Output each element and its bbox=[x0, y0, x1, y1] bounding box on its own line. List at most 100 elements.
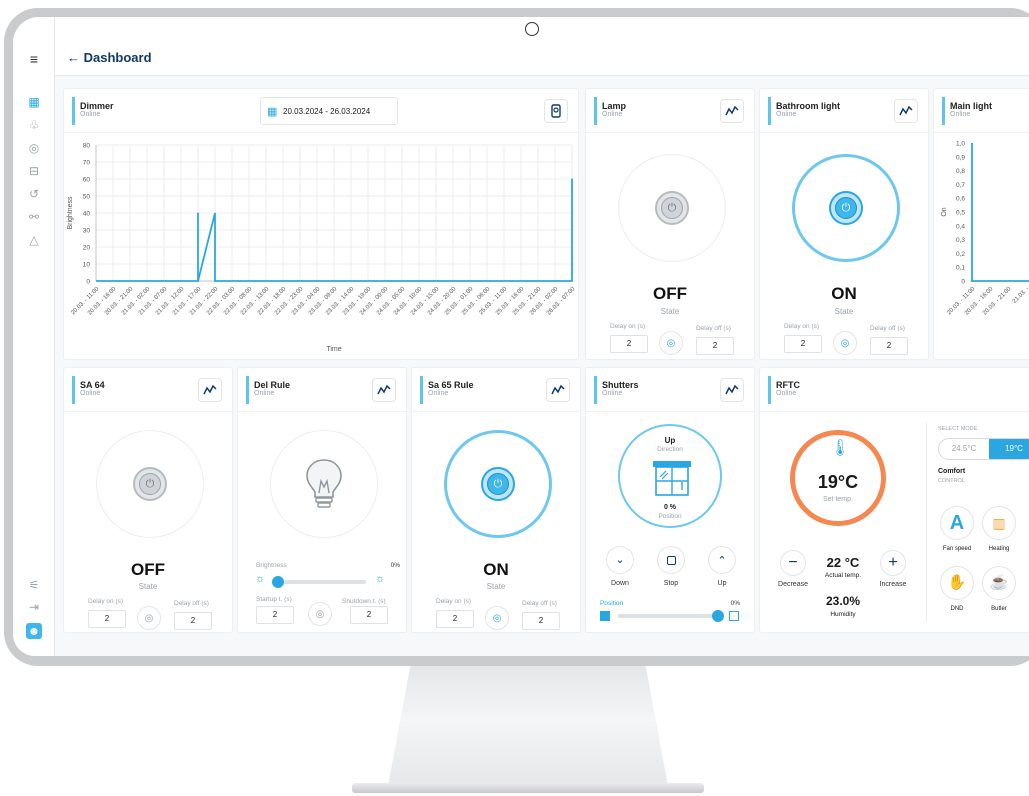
monitor-mockup: ≡ ▦ ♧ ◎ ⊟ ↺ ⚯ △ ⚟ ⇥ ☻ ← Dashboard Dimmer bbox=[0, 0, 1029, 796]
position-slider-knob[interactable] bbox=[712, 610, 724, 622]
main-light-series-line bbox=[971, 143, 1029, 282]
down-button[interactable]: ⌄ bbox=[606, 546, 634, 574]
delay-off-input[interactable]: 2 bbox=[174, 612, 212, 630]
history-icon[interactable]: ↺ bbox=[26, 186, 42, 202]
history-chart-button[interactable] bbox=[198, 378, 222, 402]
y-tick-label: 0 bbox=[961, 279, 965, 286]
shutter-closed-icon bbox=[600, 611, 610, 621]
decrease-button[interactable]: − bbox=[780, 550, 806, 576]
trend-icon bbox=[725, 105, 739, 116]
power-button[interactable]: ⏻ bbox=[481, 467, 515, 501]
x-tick-label: 20.03. - 11:00 bbox=[70, 286, 101, 317]
sensor-icon[interactable]: ◎ bbox=[26, 140, 42, 156]
card-status: Online bbox=[776, 111, 797, 118]
control-label-3: Butler bbox=[991, 606, 1007, 612]
startup-input[interactable]: 2 bbox=[256, 606, 294, 624]
timer-icon[interactable]: ◎ bbox=[308, 602, 332, 626]
state-value: OFF bbox=[131, 560, 165, 579]
mode-toggle[interactable]: 24.5°C 19°C bbox=[938, 438, 1029, 460]
stop-button[interactable] bbox=[657, 546, 685, 574]
lightbulb-icon[interactable] bbox=[304, 457, 344, 511]
rftc-card: RFTC Online 🌡 19°C Set temp. − + Decreas… bbox=[759, 367, 1029, 633]
stop-label: Stop bbox=[663, 580, 679, 587]
startup-label: Startup t. (s) bbox=[256, 596, 292, 603]
dashboard-icon[interactable]: ▦ bbox=[26, 94, 42, 110]
trend-icon bbox=[551, 384, 565, 395]
stop-icon bbox=[666, 555, 676, 565]
actual-temp-value: 22 °C bbox=[826, 555, 860, 570]
control-label-2: DND bbox=[950, 606, 964, 612]
dimmer-chart: 0102030405060708020.03. - 11:0020.03. - … bbox=[67, 143, 577, 354]
delay-on-input[interactable]: 2 bbox=[436, 610, 474, 628]
humidity-value: 23.0% bbox=[825, 594, 861, 608]
mode-option-a[interactable]: 24.5°C bbox=[939, 439, 989, 459]
radiator-icon[interactable]: ▥ bbox=[982, 506, 1016, 540]
fan-speed-icon[interactable]: A bbox=[940, 506, 974, 540]
y-tick-label: 30 bbox=[83, 228, 91, 235]
power-button[interactable]: ⏻ bbox=[655, 191, 689, 225]
control-label: CONTROL bbox=[938, 478, 965, 484]
warning-icon[interactable]: △ bbox=[26, 232, 42, 248]
y-tick-label: 0,3 bbox=[956, 237, 965, 244]
delay-off-input[interactable]: 2 bbox=[522, 612, 560, 630]
y-tick-label: 0,5 bbox=[956, 210, 965, 217]
increase-button[interactable]: + bbox=[880, 550, 906, 576]
delay-on-input[interactable]: 2 bbox=[784, 335, 822, 353]
card-status: Online bbox=[80, 111, 101, 118]
devices-icon[interactable]: ♧ bbox=[26, 117, 42, 133]
timer-icon[interactable]: ◎ bbox=[659, 331, 683, 355]
logout-icon[interactable]: ⇥ bbox=[26, 599, 42, 615]
sofa-icon[interactable]: ⊟ bbox=[26, 163, 42, 179]
mode-option-b[interactable]: 19°C bbox=[989, 439, 1029, 459]
data-point bbox=[197, 212, 199, 214]
screen: ≡ ▦ ♧ ◎ ⊟ ↺ ⚯ △ ⚟ ⇥ ☻ ← Dashboard Dimmer bbox=[13, 17, 1029, 656]
power-button[interactable]: ⏻ bbox=[133, 467, 167, 501]
timer-icon[interactable]: ◎ bbox=[833, 331, 857, 355]
actual-temp-label: Actual temp. bbox=[824, 572, 862, 579]
power-button[interactable]: ⏻ bbox=[829, 191, 863, 225]
brightness-slider[interactable] bbox=[272, 576, 366, 588]
hand-icon[interactable]: ✋ bbox=[940, 566, 974, 600]
date-range-picker[interactable]: ▦ 20.03.2024 - 26.03.2024 bbox=[260, 97, 398, 125]
card-title: Shutters bbox=[602, 380, 639, 390]
delay-off-input[interactable]: 2 bbox=[696, 337, 734, 355]
thermometer-icon: 🌡 bbox=[830, 440, 851, 457]
device-icon bbox=[551, 104, 561, 118]
export-button[interactable] bbox=[544, 99, 568, 123]
shutdown-input[interactable]: 2 bbox=[350, 606, 388, 624]
position-slider[interactable] bbox=[618, 610, 724, 622]
history-chart-button[interactable] bbox=[894, 99, 918, 123]
user-avatar-icon[interactable]: ☻ bbox=[26, 623, 42, 639]
brightness-slider-knob[interactable] bbox=[272, 576, 284, 588]
power-icon: ⏻ bbox=[835, 197, 857, 219]
direction-value: Up bbox=[664, 436, 676, 445]
history-chart-button[interactable] bbox=[546, 378, 570, 402]
delay-on-input[interactable]: 2 bbox=[88, 610, 126, 628]
delay-on-input[interactable]: 2 bbox=[610, 335, 648, 353]
card-status: Online bbox=[80, 390, 101, 397]
butler-icon[interactable]: ☕ bbox=[982, 566, 1016, 600]
mode-name: Comfort bbox=[938, 468, 966, 475]
history-chart-button[interactable] bbox=[720, 99, 744, 123]
delay-off-input[interactable]: 2 bbox=[870, 337, 908, 355]
delay-off-label: Delay off (s) bbox=[870, 325, 905, 332]
up-button[interactable]: ⌃ bbox=[708, 546, 736, 574]
settings-icon[interactable]: ⚟ bbox=[26, 577, 42, 593]
menu-icon[interactable]: ≡ bbox=[26, 51, 42, 67]
card-title: Bathroom light bbox=[776, 101, 840, 111]
main-light-card: Main light Online 1,0 0,9 0,8 0,7 0,6 0,5 0,4 0… bbox=[933, 88, 1029, 360]
main-light-chart: 1,00,90,80,70,60,50,40,30,20,1020.03. - … bbox=[941, 141, 1029, 317]
y-tick-label: 0,9 bbox=[956, 154, 965, 161]
timer-icon[interactable]: ◎ bbox=[137, 606, 161, 630]
history-chart-button[interactable] bbox=[720, 378, 744, 402]
increase-label: Increase bbox=[879, 581, 907, 588]
humidity-label: Humidity bbox=[830, 611, 856, 618]
delay-on-label: Delay on (s) bbox=[88, 598, 124, 605]
shutters-card: Shutters Online Up Direction 0 % Positio… bbox=[585, 367, 755, 633]
back-to-dashboard-link[interactable]: ← Dashboard bbox=[67, 50, 152, 65]
history-chart-button[interactable] bbox=[372, 378, 396, 402]
power-icon: ⏻ bbox=[487, 473, 509, 495]
timer-icon[interactable]: ◎ bbox=[485, 606, 509, 630]
card-status: Online bbox=[776, 390, 797, 397]
network-icon[interactable]: ⚯ bbox=[26, 209, 42, 225]
